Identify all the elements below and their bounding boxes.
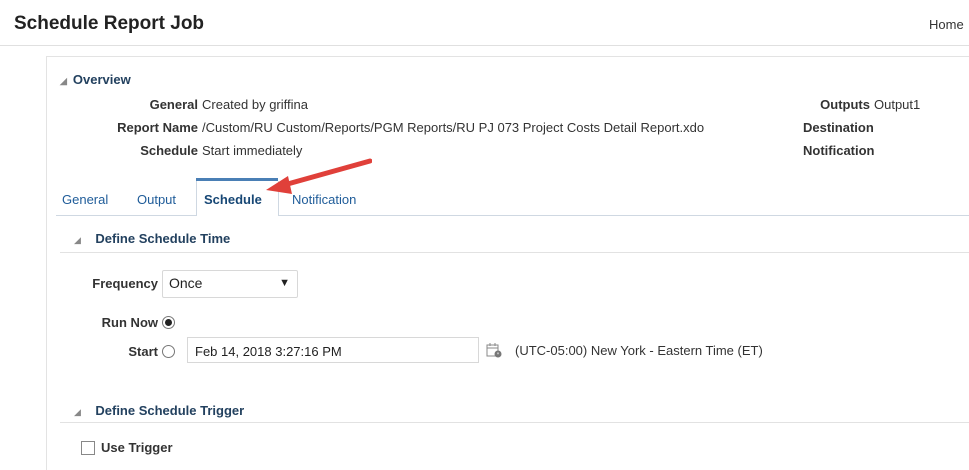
tab-left-edge [196, 181, 197, 216]
frequency-value: Once [169, 275, 203, 291]
frequency-label: Frequency [92, 276, 158, 291]
dropdown-arrow-icon: ▼ [279, 277, 290, 289]
calendar-icon[interactable] [486, 342, 502, 358]
start-datetime-value: Feb 14, 2018 3:27:16 PM [195, 344, 342, 359]
tab-schedule[interactable]: Schedule [204, 192, 262, 207]
start-label: Start [128, 344, 158, 359]
section-divider [60, 252, 969, 253]
annotation-arrow-icon [266, 158, 372, 194]
report-name-label: Report Name [117, 120, 198, 135]
tab-gap [196, 215, 278, 216]
start-datetime-input[interactable]: Feb 14, 2018 3:27:16 PM [187, 337, 479, 363]
frequency-select[interactable]: Once ▼ [162, 270, 298, 298]
schedule-trigger-heading: Define Schedule Trigger [95, 403, 245, 418]
report-name-value: /Custom/RU Custom/Reports/PGM Reports/RU… [202, 120, 705, 135]
home-link[interactable]: Home [929, 17, 964, 32]
tab-divider [56, 215, 969, 216]
tab-general[interactable]: General [62, 192, 108, 207]
start-radio[interactable] [162, 345, 175, 358]
timezone-text: (UTC-05:00) New York - Eastern Time (ET) [515, 343, 763, 358]
header-divider [0, 45, 969, 46]
general-label: General [149, 97, 198, 112]
use-trigger-checkbox[interactable] [81, 441, 95, 455]
schedule-time-toggle[interactable]: ◢ Define Schedule Time [74, 230, 230, 248]
outputs-value: Output1 [874, 97, 921, 112]
notification-label: Notification [803, 143, 875, 158]
use-trigger-label[interactable]: Use Trigger [101, 440, 173, 455]
page-title: Schedule Report Job [14, 13, 205, 34]
collapse-triangle-icon: ◢ [60, 76, 67, 86]
schedule-trigger-toggle[interactable]: ◢ Define Schedule Trigger [74, 402, 244, 420]
run-now-label: Run Now [101, 315, 158, 330]
tab-output[interactable]: Output [137, 192, 176, 207]
outputs-label: Outputs [820, 97, 870, 112]
collapse-triangle-icon: ◢ [74, 235, 81, 245]
overview-heading: Overview [72, 72, 131, 87]
overview-toggle[interactable]: ◢ Overview [60, 72, 131, 87]
run-now-radio[interactable] [162, 316, 175, 329]
collapse-triangle-icon: ◢ [74, 407, 81, 417]
schedule-time-heading: Define Schedule Time [95, 231, 231, 246]
section-divider [60, 422, 969, 423]
schedule-label: Schedule [140, 143, 198, 158]
destination-label: Destination [803, 120, 874, 135]
general-value: Created by griffina [202, 97, 308, 112]
